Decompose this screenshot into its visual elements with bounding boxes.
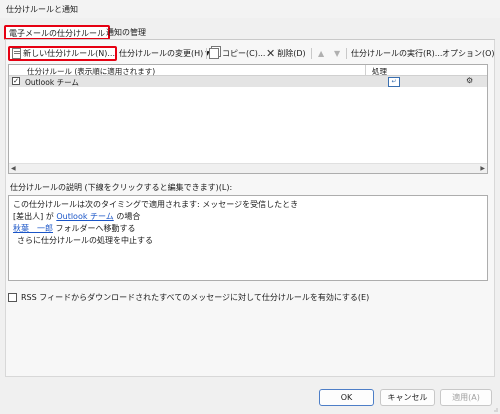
- toolbar-separator: [206, 48, 207, 59]
- description-line: [差出人] が Outlook チーム の場合: [13, 211, 140, 222]
- move-up-button[interactable]: ▲: [318, 46, 324, 61]
- description-text: フォルダーへ移動する: [53, 224, 136, 233]
- stop-processing-icon: ⚙: [466, 76, 474, 85]
- apply-button[interactable]: 適用(A): [440, 389, 492, 406]
- column-header-action[interactable]: 処理: [366, 65, 487, 76]
- toolbar-separator: [311, 48, 312, 59]
- description-text: [差出人] が: [13, 212, 57, 221]
- rule-description-label: 仕分けルールの説明 (下線をクリックすると編集できます)(L):: [10, 183, 233, 192]
- toolbar-separator: [346, 48, 347, 59]
- copy-button[interactable]: コピー(C)...: [209, 46, 265, 61]
- rules-list[interactable]: 仕分けルール (表示順に適用されます) 処理 ✓ Outlook チーム ↵ ⚙…: [8, 64, 488, 174]
- rss-rules-option[interactable]: RSS フィードからダウンロードされたすべてのメッセージに対して仕分けルールを有…: [8, 292, 369, 303]
- options-button[interactable]: オプション(O): [442, 46, 495, 61]
- description-line: さらに仕分けルールの処理を中止する: [17, 236, 153, 245]
- description-line: 秋葉 一郎 フォルダーへ移動する: [13, 223, 136, 234]
- folder-link[interactable]: 秋葉 一郎: [13, 224, 53, 233]
- rule-name: Outlook チーム: [25, 78, 79, 87]
- move-down-button[interactable]: ▼: [334, 46, 340, 61]
- ok-button[interactable]: OK: [319, 389, 374, 406]
- cancel-button[interactable]: キャンセル: [380, 389, 435, 406]
- scroll-left-icon[interactable]: ◀: [11, 165, 16, 172]
- table-row[interactable]: ✓ Outlook チーム ↵ ⚙: [9, 76, 487, 87]
- window-title: 仕分けルールと通知: [6, 5, 78, 14]
- horizontal-scrollbar[interactable]: ◀ ▶: [9, 163, 487, 173]
- scroll-right-icon[interactable]: ▶: [480, 165, 485, 172]
- new-rule-button[interactable]: 新しい仕分けルール(N)...: [8, 46, 117, 61]
- column-header-rule[interactable]: 仕分けルール (表示順に適用されます): [9, 65, 366, 76]
- rss-checkbox[interactable]: [8, 293, 17, 302]
- rule-enabled-checkbox[interactable]: ✓: [12, 77, 20, 85]
- new-document-icon: [12, 48, 22, 59]
- description-line: この仕分けルールは次のタイミングで適用されます: メッセージを受信したとき: [13, 200, 299, 209]
- new-rule-label: 新しい仕分けルール(N)...: [23, 49, 115, 58]
- tab-email-rules[interactable]: 電子メールの仕分けルール: [4, 25, 110, 40]
- delete-button[interactable]: ✕ 削除(D): [266, 46, 306, 61]
- tab-manage-alerts[interactable]: 通知の管理: [103, 25, 149, 39]
- delete-label: 削除(D): [277, 49, 306, 58]
- rss-label: RSS フィードからダウンロードされたすべてのメッセージに対して仕分けルールを有…: [21, 293, 370, 302]
- resize-grip-icon[interactable]: [492, 405, 498, 412]
- copy-icon: [209, 48, 219, 59]
- run-rules-label: 仕分けルールの実行(R)...: [351, 49, 443, 58]
- rule-description-box: この仕分けルールは次のタイミングで適用されます: メッセージを受信したとき [差…: [8, 195, 488, 281]
- move-up-icon: ▲: [318, 49, 325, 58]
- options-label: オプション(O): [442, 49, 495, 58]
- copy-label: コピー(C)...: [222, 49, 266, 58]
- run-rules-button[interactable]: 仕分けルールの実行(R)...: [351, 46, 442, 61]
- delete-x-icon: ✕: [266, 47, 276, 60]
- move-down-icon: ▼: [334, 49, 341, 58]
- description-text: の場合: [113, 212, 141, 221]
- sender-link[interactable]: Outlook チーム: [56, 212, 113, 221]
- change-rule-button[interactable]: 仕分けルールの変更(H) ▼: [119, 46, 210, 61]
- move-to-folder-icon: ↵: [388, 77, 400, 87]
- change-rule-label: 仕分けルールの変更(H): [119, 49, 204, 58]
